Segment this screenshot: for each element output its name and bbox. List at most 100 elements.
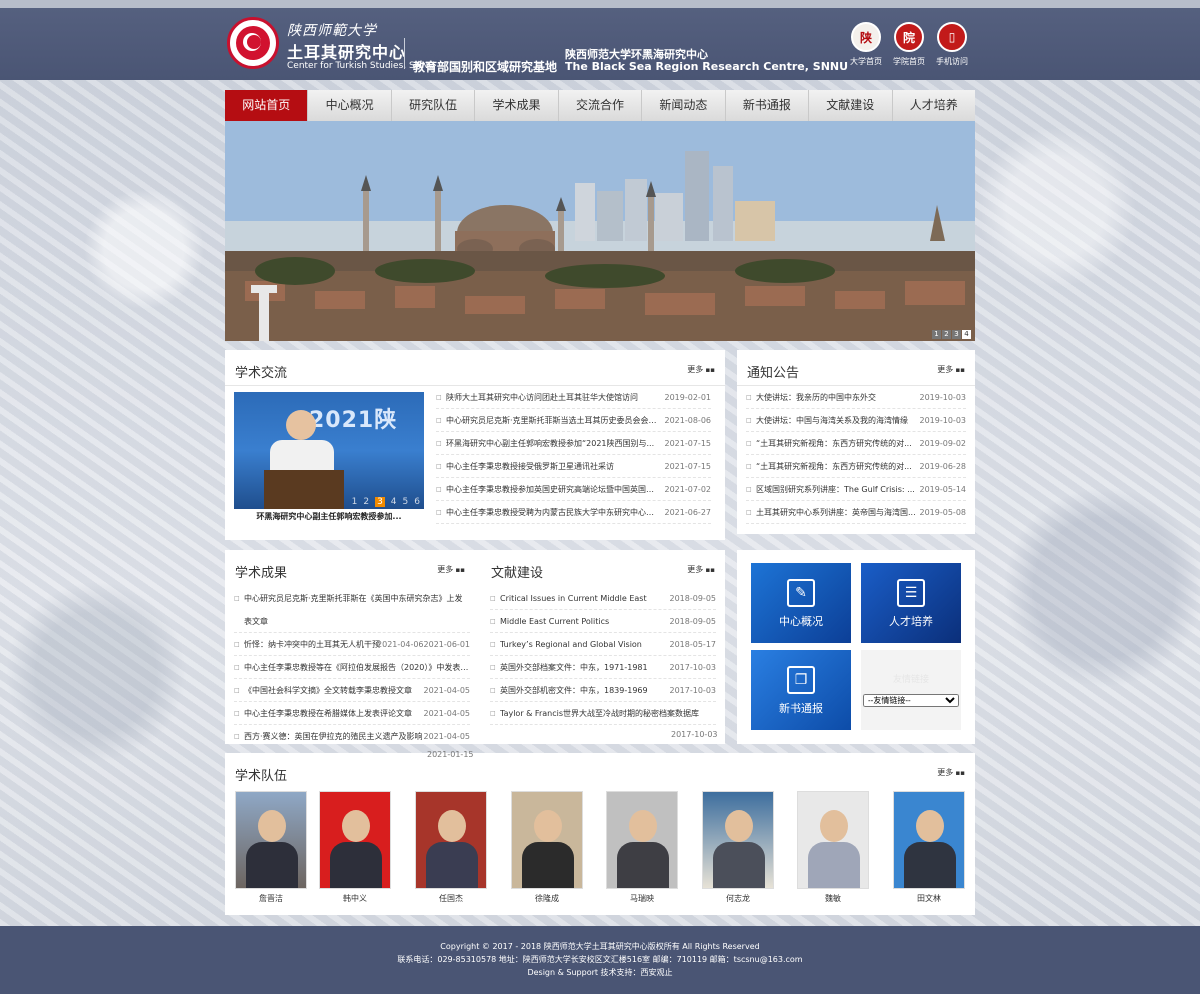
item-date: 2018-05-17 [669, 640, 717, 649]
quick-link-university[interactable]: 陕 大学首页 [846, 22, 886, 67]
nav-talent[interactable]: 人才培养 [893, 90, 975, 121]
featured-dot[interactable]: 4 [391, 497, 397, 507]
featured-dot-active[interactable]: 3 [375, 497, 385, 507]
list-item[interactable]: 陕师大土耳其研究中心访问团赴土耳其驻华大使馆访问 2019-02-01 [436, 386, 711, 409]
list-item[interactable]: 大使讲坛：中国与海湾关系及我的海湾情缘 2019-10-03 [746, 409, 966, 432]
item-title: 土耳其研究中心系列讲座：英帝国与海湾国... [756, 508, 916, 517]
list-item[interactable]: 环黑海研究中心副主任郭响宏教授参加“2021陕西国别与... 2021-07-15 [436, 432, 711, 455]
list-item[interactable]: 土耳其研究中心系列讲座：英帝国与海湾国...2019-05-08 [746, 501, 966, 524]
banner-dot[interactable]: 2 [942, 330, 951, 339]
speaker-head [286, 410, 316, 440]
list-item[interactable]: 中心主任李秉忠教授等在《阿拉伯发展报告（2020）》中发表文章 [234, 656, 470, 679]
more-link[interactable]: 更多 [937, 364, 965, 375]
nav-achievements[interactable]: 学术成果 [475, 90, 559, 121]
tile-center-overview[interactable]: ✎ 中心概况 [751, 563, 851, 643]
item-title: Turkey’s Regional and Global Vision [500, 640, 642, 649]
team-member[interactable]: 魏敏 [797, 791, 869, 904]
more-link[interactable]: 更多 [437, 564, 465, 575]
item-date: 2019-05-08 [919, 508, 967, 517]
list-item[interactable]: Turkey’s Regional and Global Vision 2018-… [490, 633, 716, 656]
item-title: 大使讲坛：我亲历的中国中东外交 [756, 393, 876, 402]
item-title: 环黑海研究中心副主任郭响宏教授参加“2021陕西国别与... [446, 439, 655, 448]
member-photo [511, 791, 583, 889]
friend-links-heading: 友情链接 [892, 675, 929, 685]
featured-dot[interactable]: 2 [363, 497, 369, 507]
member-name: 詹晋洁 [259, 894, 283, 903]
featured-dot[interactable]: 6 [414, 497, 420, 507]
item-title: 英国外交部机密文件：中东，1839-1969 [500, 686, 648, 695]
university-seal-logo[interactable] [227, 17, 279, 69]
item-date: 2018-09-05 [669, 594, 717, 603]
list-item[interactable]: 《中国社会科学文摘》全文转载李秉忠教授文章 2021-04-05 [234, 679, 470, 702]
team-member[interactable]: 田文林 [893, 791, 965, 904]
banner-dot-active[interactable]: 4 [962, 330, 971, 339]
panel-title: 文献建设 [491, 566, 544, 581]
item-date: 2019-02-01 [664, 393, 712, 402]
team-member[interactable]: 詹晋洁 [235, 791, 307, 904]
quick-tiles-panel: ✎ 中心概况 ☰ 人才培养 ❐ 新书通报 友情链接 --友情链接-- [737, 550, 975, 744]
team-member[interactable]: 马瑞映 [606, 791, 678, 904]
nav-exchange[interactable]: 交流合作 [559, 90, 643, 121]
item-date: 2017-10-03 [671, 730, 718, 739]
featured-dot[interactable]: 1 [352, 497, 358, 507]
panel-title: 学术队伍 [235, 769, 288, 784]
list-item[interactable]: 中心主任李秉忠教授在希腊媒体上发表评论文章 2021-04-05 [234, 702, 470, 725]
list-item[interactable]: 中心主任李秉忠教授受聘为内蒙古民族大学中东研究中心学... 2021-06-27 [436, 501, 711, 524]
list-item[interactable]: 区域国别研究系列讲座：The Gulf Crisis: ... 2019-05-1… [746, 478, 966, 501]
featured-caption[interactable]: 环黑海研究中心副主任郭响宏教授参加... [234, 511, 424, 522]
team-member[interactable]: 徐隆成 [511, 791, 583, 904]
list-item[interactable]: Critical Issues in Current Middle East 20… [490, 587, 716, 610]
mobile-phone-icon: ▯ [937, 22, 967, 52]
quick-link-label: 大学首页 [850, 57, 882, 66]
more-link[interactable]: 更多 [687, 364, 715, 375]
tile-new-books[interactable]: ❐ 新书通报 [751, 650, 851, 730]
nav-overview[interactable]: 中心概况 [308, 90, 392, 121]
list-item[interactable]: 中心主任李秉忠教授参加英国史研究高端论坛暨中国英国史... 2021-07-02 [436, 478, 711, 501]
member-photo [235, 791, 307, 889]
site-footer: Copyright © 2017 - 2018 陕西师范大学土耳其研究中心版权所… [0, 926, 1200, 994]
item-date: 2021-07-02 [664, 485, 712, 494]
list-item[interactable]: 忻怿：纳卡冲突中的土耳其无人机干预2021-04-062021-06-01 [234, 633, 470, 656]
banner-dot[interactable]: 1 [932, 330, 941, 339]
featured-news-image[interactable]: 2021陕 1 2 3 4 5 6 [234, 392, 424, 509]
member-photo [606, 791, 678, 889]
item-date: 2021-01-15 [427, 750, 474, 759]
nav-literature[interactable]: 文献建设 [809, 90, 893, 121]
nav-research-team[interactable]: 研究队伍 [392, 90, 476, 121]
team-member[interactable]: 任国杰 [415, 791, 487, 904]
item-title: 中心主任李秉忠教授受聘为内蒙古民族大学中东研究中心学... [446, 508, 658, 517]
nav-new-books[interactable]: 新书通报 [726, 90, 810, 121]
friend-links-select[interactable]: --友情链接-- [863, 694, 959, 707]
more-link[interactable]: 更多 [687, 564, 715, 575]
list-item[interactable]: 英国外交部档案文件：中东，1971-1981 2017-10-03 [490, 656, 716, 679]
quick-link-mobile[interactable]: ▯ 手机访问 [932, 22, 972, 67]
banner-dot[interactable]: 3 [952, 330, 961, 339]
list-item[interactable]: “土耳其研究新视角：东西方研究传统的对... 2019-06-28 [746, 455, 966, 478]
nav-news[interactable]: 新闻动态 [642, 90, 726, 121]
achievements-list: 中心研究员尼克斯·克里斯托菲斯在《英国中东研究杂志》上发表文章 忻怿：纳卡冲突中… [234, 587, 470, 748]
list-item[interactable]: 中心主任李秉忠教授接受俄罗斯卫星通讯社采访 2021-07-15 [436, 455, 711, 478]
nav-home[interactable]: 网站首页 [225, 90, 309, 121]
list-item[interactable]: 中心研究员尼克斯·克里斯托菲斯当选土耳其历史委员会会理事... 2021-08-0… [436, 409, 711, 432]
hero-banner[interactable]: 1 2 3 4 [225, 121, 975, 341]
list-item[interactable]: 英国外交部机密文件：中东，1839-1969 2017-10-03 [490, 679, 716, 702]
tile-talent[interactable]: ☰ 人才培养 [861, 563, 961, 643]
list-item[interactable]: Middle East Current Politics 2018-09-05 [490, 610, 716, 633]
panel-header: 通知公告 更多 [737, 350, 975, 386]
team-member[interactable]: 何志龙 [702, 791, 774, 904]
list-item[interactable]: “土耳其研究新视角：东西方研究传统的对... 2019-09-02 [746, 432, 966, 455]
more-link[interactable]: 更多 [937, 767, 965, 778]
item-title: 中心主任李秉忠教授接受俄罗斯卫星通讯社采访 [446, 462, 614, 471]
notice-panel: 通知公告 更多 大使讲坛：我亲历的中国中东外交 2019-10-03 大使讲坛：中… [737, 350, 975, 534]
featured-dot[interactable]: 5 [403, 497, 409, 507]
list-item[interactable]: 西方·赛义德：英国在伊拉克的殖民主义遗产及影响2021-04-05 [234, 725, 470, 748]
book-icon: ❐ [787, 666, 815, 694]
item-date: 2021-07-15 [664, 439, 712, 448]
list-item[interactable]: 大使讲坛：我亲历的中国中东外交 2019-10-03 [746, 386, 966, 409]
featured-image-text: 2021陕 [309, 408, 398, 433]
item-date: 2021-06-27 [664, 508, 712, 517]
quick-link-college[interactable]: 院 学院首页 [889, 22, 929, 67]
team-member[interactable]: 韩中义 [319, 791, 391, 904]
list-item[interactable]: 中心研究员尼克斯·克里斯托菲斯在《英国中东研究杂志》上发表文章 [234, 587, 470, 633]
list-item[interactable]: Taylor & Francis世界大战至冷战时期的秘密档案数据库 [490, 702, 716, 725]
